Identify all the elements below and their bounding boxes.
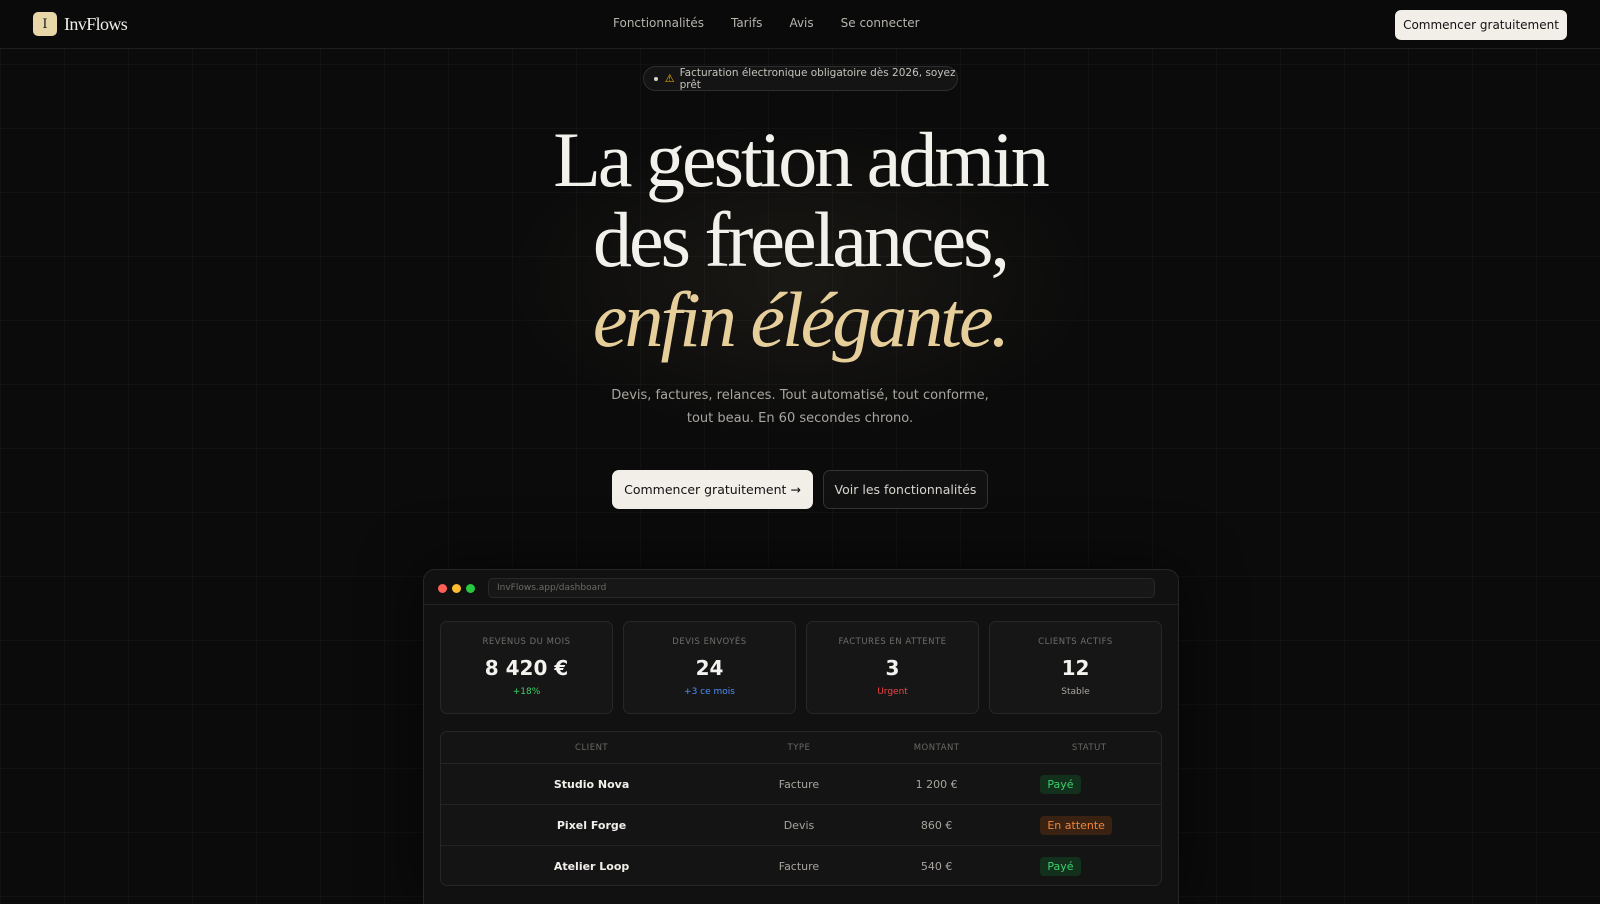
nav-link-login[interactable]: Se connecter xyxy=(841,16,920,30)
url-bar: InvFlows.app/dashboard xyxy=(488,578,1155,598)
cell-client: Studio Nova xyxy=(553,777,630,791)
dashboard-preview: InvFlows.app/dashboard REVENUS DU MOIS 8… xyxy=(423,569,1179,904)
top-nav: I InvFlows Fonctionnalités Tarifs Avis S… xyxy=(0,0,1600,49)
stat-label: DEVIS ENVOYÉS xyxy=(672,637,747,647)
status-badge: Payé xyxy=(1040,774,1081,794)
cell-type: Devis xyxy=(783,818,815,832)
hero-title-line-2: des freelances, xyxy=(592,196,1010,283)
cell-type: Facture xyxy=(778,860,820,873)
hero-title: La gestion admin des freelances, enfin é… xyxy=(400,120,1200,360)
logo[interactable]: I InvFlows xyxy=(33,12,128,36)
table-row[interactable]: Studio Nova Facture 1 200 € Payé xyxy=(441,764,1161,805)
column-header-status: STATUT xyxy=(1071,742,1107,753)
stat-value: 3 xyxy=(885,656,900,680)
stat-note: +3 ce mois xyxy=(684,687,735,697)
hero-title-accent: enfin élégante. xyxy=(592,276,1010,363)
cell-amount: 540 € xyxy=(920,860,953,873)
stat-label: CLIENTS ACTIFS xyxy=(1038,637,1113,647)
nav-links: Fonctionnalités Tarifs Avis Se connecter xyxy=(613,16,947,30)
column-header-type: TYPE xyxy=(787,742,811,753)
warning-icon: ⚠ xyxy=(664,72,675,85)
banner-text: Facturation électronique obligatoire dès… xyxy=(679,66,956,91)
column-header-client: CLIENT xyxy=(575,742,609,753)
cell-client: Atelier Loop xyxy=(553,860,630,873)
cell-status: Payé xyxy=(1017,774,1161,794)
invoices-table: CLIENT TYPE MONTANT STATUT Studio Nova F… xyxy=(440,731,1162,886)
nav-start-free-button[interactable]: Commencer gratuitement xyxy=(1395,10,1567,40)
hero-subtitle: Devis, factures, relances. Tout automati… xyxy=(611,388,989,426)
nav-link-fonctionnalites[interactable]: Fonctionnalités xyxy=(613,16,704,30)
table-row[interactable]: Atelier Loop Facture 540 € Payé xyxy=(441,846,1161,885)
maximize-dot-icon xyxy=(466,584,475,593)
table-header: CLIENT TYPE MONTANT STATUT xyxy=(441,732,1161,764)
stat-value: 24 xyxy=(695,656,724,680)
status-badge: Payé xyxy=(1040,857,1081,876)
cell-amount: 860 € xyxy=(920,818,953,832)
stat-value: 8 420 € xyxy=(484,656,569,680)
cell-client: Pixel Forge xyxy=(556,818,627,832)
nav-link-tarifs[interactable]: Tarifs xyxy=(731,16,762,30)
announcement-banner[interactable]: ⚠ Facturation électronique obligatoire d… xyxy=(643,66,958,91)
stat-value: 12 xyxy=(1061,656,1090,680)
banner-dot-icon xyxy=(654,76,658,81)
column-header-amount: MONTANT xyxy=(913,742,960,753)
minimize-dot-icon xyxy=(452,584,461,593)
stat-note: Urgent xyxy=(877,687,908,697)
stat-note: +18% xyxy=(512,687,541,697)
nav-link-avis[interactable]: Avis xyxy=(789,16,813,30)
stat-note: Stable xyxy=(1061,687,1090,697)
cell-amount: 1 200 € xyxy=(915,777,958,791)
stat-card-active-clients: CLIENTS ACTIFS 12 Stable xyxy=(989,621,1162,714)
stat-card-revenue: REVENUS DU MOIS 8 420 € +18% xyxy=(440,621,613,714)
hero-features-button[interactable]: Voir les fonctionnalités xyxy=(823,470,988,509)
cell-status: Payé xyxy=(1017,857,1161,876)
stat-card-quotes: DEVIS ENVOYÉS 24 +3 ce mois xyxy=(623,621,796,714)
stat-card-pending-invoices: FACTURES EN ATTENTE 3 Urgent xyxy=(806,621,979,714)
close-dot-icon xyxy=(438,584,447,593)
cell-type: Facture xyxy=(778,777,820,791)
hero-title-line-1: La gestion admin xyxy=(553,116,1050,203)
status-badge: En attente xyxy=(1040,815,1112,835)
browser-bar: InvFlows.app/dashboard xyxy=(424,570,1178,605)
table-row[interactable]: Pixel Forge Devis 860 € En attente xyxy=(441,805,1161,846)
stat-label: FACTURES EN ATTENTE xyxy=(838,637,947,647)
stat-label: REVENUS DU MOIS xyxy=(482,637,571,647)
cell-status: En attente xyxy=(1017,815,1161,835)
logo-mark-icon: I xyxy=(33,12,57,36)
stats-row: REVENUS DU MOIS 8 420 € +18% DEVIS ENVOY… xyxy=(440,621,1162,714)
logo-text: InvFlows xyxy=(64,13,128,34)
hero-start-free-button[interactable]: Commencer gratuitement → xyxy=(612,470,813,509)
